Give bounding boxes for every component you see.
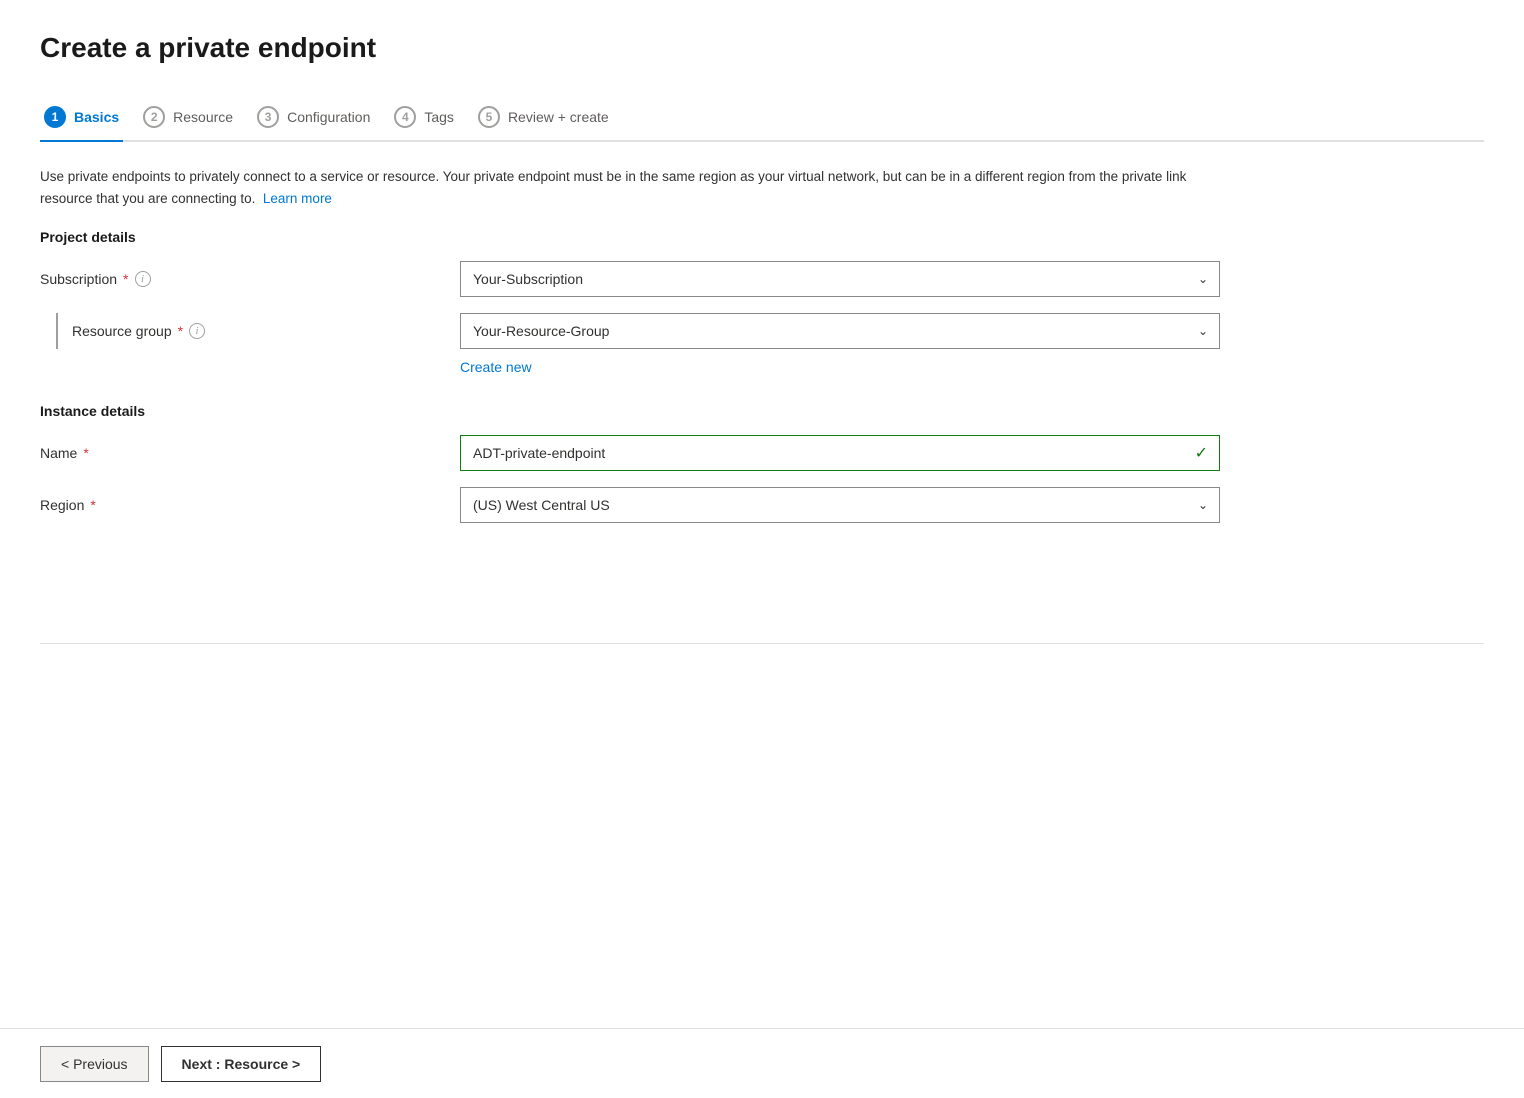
resource-group-control: Your-Resource-Group ⌄: [460, 313, 1220, 349]
tab-label-review-create: Review + create: [508, 109, 609, 125]
project-details-header: Project details: [40, 229, 1484, 245]
page-title: Create a private endpoint: [40, 32, 1484, 64]
description-section: Use private endpoints to privately conne…: [40, 142, 1240, 229]
resource-group-label: Resource group * i: [72, 323, 460, 339]
subscription-row: Subscription * i Your-Subscription ⌄: [40, 261, 1484, 297]
subscription-label: Subscription * i: [40, 271, 460, 287]
subscription-select-wrapper: Your-Subscription ⌄: [460, 261, 1220, 297]
region-label: Region *: [40, 497, 460, 513]
tab-number-5: 5: [478, 106, 500, 128]
name-input-wrapper: ✓: [460, 435, 1220, 471]
region-required-star: *: [90, 497, 95, 513]
tab-number-4: 4: [394, 106, 416, 128]
resource-group-required-star: *: [178, 323, 183, 339]
description-text: Use private endpoints to privately conne…: [40, 169, 1186, 206]
tab-tags[interactable]: 4 Tags: [390, 96, 474, 140]
create-new-link[interactable]: Create new: [460, 359, 1484, 375]
resource-group-select[interactable]: Your-Resource-Group: [460, 313, 1220, 349]
name-row: Name * ✓: [40, 435, 1484, 471]
region-row: Region * (US) West Central US ⌄: [40, 487, 1484, 523]
tab-number-1: 1: [44, 106, 66, 128]
name-required-star: *: [83, 445, 88, 461]
region-control: (US) West Central US ⌄: [460, 487, 1220, 523]
tab-configuration[interactable]: 3 Configuration: [253, 96, 390, 140]
create-new-wrapper: Create new: [72, 353, 1484, 375]
tab-number-2: 2: [143, 106, 165, 128]
tab-number-3: 3: [257, 106, 279, 128]
tab-basics[interactable]: 1 Basics: [40, 96, 139, 140]
previous-button[interactable]: < Previous: [40, 1046, 149, 1082]
resource-group-select-wrapper: Your-Resource-Group ⌄: [460, 313, 1220, 349]
footer-divider: [40, 643, 1484, 644]
project-details-section: Project details Subscription * i Your-Su…: [40, 229, 1484, 375]
subscription-control: Your-Subscription ⌄: [460, 261, 1220, 297]
name-label: Name *: [40, 445, 460, 461]
resource-group-row: Resource group * i Your-Resource-Group ⌄: [72, 313, 1484, 349]
name-input[interactable]: [460, 435, 1220, 471]
tab-label-basics: Basics: [74, 109, 119, 125]
name-control: ✓: [460, 435, 1220, 471]
subscription-info-icon[interactable]: i: [135, 271, 151, 287]
region-select-wrapper: (US) West Central US ⌄: [460, 487, 1220, 523]
tab-label-resource: Resource: [173, 109, 233, 125]
tabs-nav: 1 Basics 2 Resource 3 Configuration 4 Ta…: [40, 96, 1484, 142]
tab-label-tags: Tags: [424, 109, 454, 125]
subscription-required-star: *: [123, 271, 128, 287]
footer: < Previous Next : Resource >: [0, 1028, 1524, 1098]
subscription-select[interactable]: Your-Subscription: [460, 261, 1220, 297]
learn-more-link[interactable]: Learn more: [263, 191, 332, 206]
instance-details-section: Instance details Name * ✓ Region *: [40, 403, 1484, 523]
tab-resource[interactable]: 2 Resource: [139, 96, 253, 140]
next-button[interactable]: Next : Resource >: [161, 1046, 322, 1082]
region-select[interactable]: (US) West Central US: [460, 487, 1220, 523]
resource-group-info-icon[interactable]: i: [189, 323, 205, 339]
name-check-icon: ✓: [1195, 443, 1208, 463]
tab-review-create[interactable]: 5 Review + create: [474, 96, 629, 140]
instance-details-header: Instance details: [40, 403, 1484, 419]
main-content: Create a private endpoint 1 Basics 2 Res…: [0, 0, 1524, 644]
tab-label-configuration: Configuration: [287, 109, 370, 125]
